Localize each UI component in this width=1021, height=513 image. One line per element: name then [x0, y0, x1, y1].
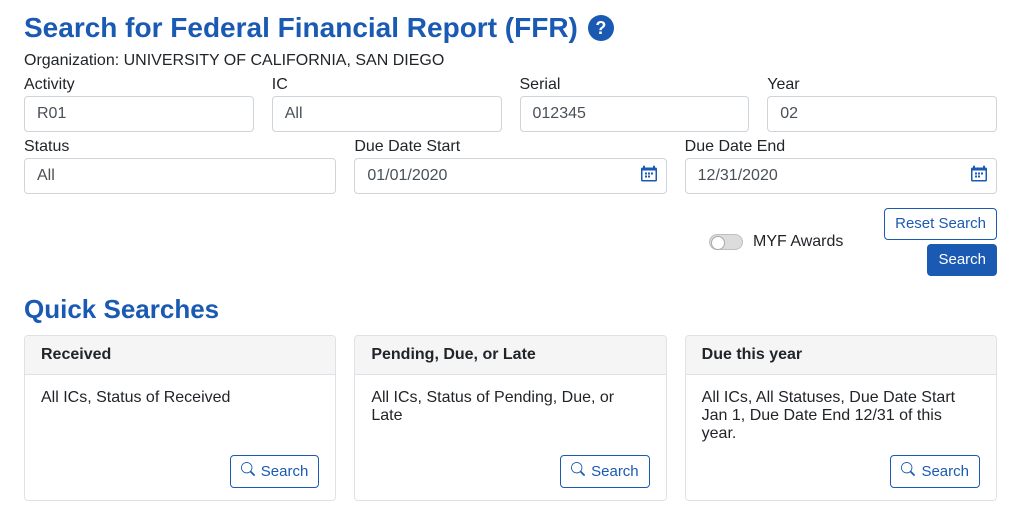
activity-label: Activity [24, 76, 254, 94]
due-start-input[interactable] [354, 158, 666, 194]
ic-label: IC [272, 76, 502, 94]
status-input[interactable] [24, 158, 336, 194]
quick-search-button[interactable]: Search [890, 455, 980, 488]
quick-search-label: Search [921, 463, 969, 481]
year-input[interactable] [767, 96, 997, 132]
ic-input[interactable] [272, 96, 502, 132]
organization-label: Organization: [24, 52, 119, 69]
activity-input[interactable] [24, 96, 254, 132]
serial-label: Serial [520, 76, 750, 94]
activity-group: Activity [24, 76, 254, 132]
quick-card-pending: Pending, Due, or Late All ICs, Status of… [354, 335, 666, 501]
ic-group: IC [272, 76, 502, 132]
search-icon [241, 462, 255, 481]
organization-line: Organization: UNIVERSITY OF CALIFORNIA, … [24, 52, 997, 70]
quick-card-title: Received [25, 336, 335, 375]
due-end-input[interactable] [685, 158, 997, 194]
quick-card-desc: All ICs, All Statuses, Due Date Start Ja… [702, 389, 980, 443]
page-title: Search for Federal Financial Report (FFR… [24, 12, 997, 44]
quick-search-label: Search [591, 463, 639, 481]
status-group: Status [24, 138, 336, 194]
quick-card-title: Pending, Due, or Late [355, 336, 665, 375]
quick-card-received: Received All ICs, Status of Received Sea… [24, 335, 336, 501]
year-label: Year [767, 76, 997, 94]
organization-value: UNIVERSITY OF CALIFORNIA, SAN DIEGO [124, 52, 445, 69]
due-start-label: Due Date Start [354, 138, 666, 156]
myf-label: MYF Awards [753, 233, 843, 251]
search-icon [571, 462, 585, 481]
quick-card-desc: All ICs, Status of Pending, Due, or Late [371, 389, 649, 443]
due-start-group: Due Date Start [354, 138, 666, 194]
status-label: Status [24, 138, 336, 156]
quick-search-button[interactable]: Search [230, 455, 320, 488]
quick-card-title: Due this year [686, 336, 996, 375]
quick-search-button[interactable]: Search [560, 455, 650, 488]
quick-card-desc: All ICs, Status of Received [41, 389, 319, 443]
due-end-label: Due Date End [685, 138, 997, 156]
help-icon[interactable]: ? [588, 15, 614, 41]
quick-card-due-year: Due this year All ICs, All Statuses, Due… [685, 335, 997, 501]
due-end-group: Due Date End [685, 138, 997, 194]
reset-search-button[interactable]: Reset Search [884, 208, 997, 240]
search-icon [901, 462, 915, 481]
serial-group: Serial [520, 76, 750, 132]
quick-searches-title: Quick Searches [24, 294, 997, 325]
search-button[interactable]: Search [927, 244, 997, 276]
page-title-text: Search for Federal Financial Report (FFR… [24, 12, 578, 44]
quick-search-label: Search [261, 463, 309, 481]
serial-input[interactable] [520, 96, 750, 132]
myf-toggle[interactable] [709, 234, 743, 250]
year-group: Year [767, 76, 997, 132]
